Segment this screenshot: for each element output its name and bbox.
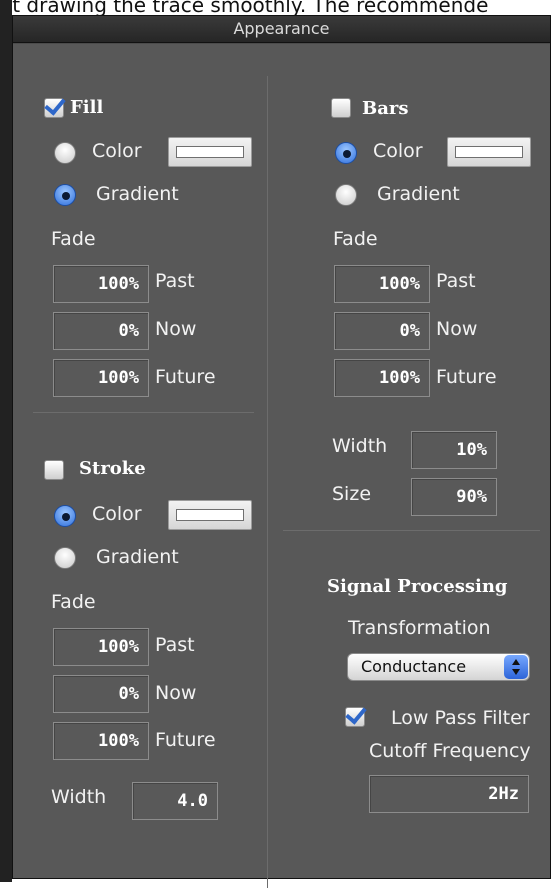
window-title: Appearance	[233, 19, 330, 38]
bars-fade-future-label: Future	[436, 366, 497, 388]
fill-gradient-radio[interactable]	[54, 184, 76, 206]
transformation-select[interactable]: Conductance	[347, 653, 530, 681]
stroke-fade-future-label: Future	[155, 729, 216, 751]
fill-fade-past-field[interactable]: 100%	[53, 265, 149, 303]
signal-processing-heading: Signal Processing	[327, 576, 508, 597]
fill-label: Fill	[70, 97, 104, 118]
stroke-color-swatch[interactable]	[168, 500, 252, 530]
fill-fade-past-label: Past	[155, 270, 195, 292]
fill-fade-future-field[interactable]: 100%	[53, 359, 149, 397]
stroke-width-label: Width	[51, 786, 107, 808]
fill-fade-now-field[interactable]: 0%	[53, 312, 149, 350]
bars-width-label: Width	[332, 435, 388, 457]
bars-fade-past-field[interactable]: 100%	[334, 265, 430, 303]
stroke-color-label: Color	[92, 503, 142, 525]
stroke-fade-now-field[interactable]: 0%	[53, 675, 149, 713]
stroke-width-field[interactable]: 4.0	[132, 782, 218, 820]
fill-color-radio[interactable]	[54, 142, 76, 164]
stroke-label: Stroke	[79, 458, 146, 479]
fill-gradient-label: Gradient	[96, 183, 179, 205]
bars-fade-past-label: Past	[436, 270, 476, 292]
fill-color-label: Color	[92, 140, 142, 162]
cutoff-frequency-field[interactable]: 2Hz	[369, 775, 529, 813]
stroke-fade-past-field[interactable]: 100%	[53, 628, 149, 666]
stroke-fade-now-label: Now	[155, 682, 197, 704]
stroke-gradient-radio[interactable]	[54, 547, 76, 569]
appearance-panel: Appearance Fill Color Gradient Fade 100%…	[12, 15, 551, 888]
bars-color-radio[interactable]	[335, 142, 357, 164]
low-pass-filter-label: Low Pass Filter	[391, 707, 530, 729]
fill-checkbox[interactable]	[44, 98, 64, 118]
fill-fade-future-label: Future	[155, 366, 216, 388]
bars-color-label: Color	[373, 140, 423, 162]
bars-checkbox[interactable]	[331, 98, 351, 118]
bars-signal-divider	[283, 530, 540, 531]
stroke-color-radio[interactable]	[54, 505, 76, 527]
stroke-gradient-label: Gradient	[96, 546, 179, 568]
bars-fade-now-field[interactable]: 0%	[334, 312, 430, 350]
transformation-label: Transformation	[348, 617, 491, 639]
stroke-fade-label: Fade	[51, 591, 96, 613]
low-pass-filter-checkbox[interactable]	[345, 707, 365, 727]
bars-width-field[interactable]: 10%	[411, 431, 497, 469]
bars-fade-now-label: Now	[436, 318, 478, 340]
column-divider	[267, 76, 268, 888]
stroke-fade-past-label: Past	[155, 634, 195, 656]
bars-label: Bars	[362, 98, 409, 119]
fill-fade-label: Fade	[51, 228, 96, 250]
bars-size-label: Size	[332, 483, 372, 505]
panel-body: Fill Color Gradient Fade 100% Past 0% No…	[13, 44, 550, 888]
transformation-value: Conductance	[361, 657, 467, 676]
title-bar[interactable]: Appearance	[13, 16, 550, 43]
cutoff-frequency-label: Cutoff Frequency	[369, 740, 531, 762]
bars-gradient-label: Gradient	[377, 183, 460, 205]
bars-gradient-radio[interactable]	[335, 184, 357, 206]
bars-fade-label: Fade	[333, 228, 378, 250]
bars-fade-future-field[interactable]: 100%	[334, 359, 430, 397]
stroke-fade-future-field[interactable]: 100%	[53, 722, 149, 760]
stroke-checkbox[interactable]	[44, 460, 64, 480]
bars-size-field[interactable]: 90%	[411, 478, 497, 516]
fill-fade-now-label: Now	[155, 318, 197, 340]
fill-stroke-divider	[33, 412, 254, 413]
stepper-arrows-icon	[504, 655, 528, 679]
bars-color-swatch[interactable]	[447, 137, 531, 167]
fill-color-swatch[interactable]	[168, 137, 252, 167]
window-edge	[0, 0, 12, 882]
